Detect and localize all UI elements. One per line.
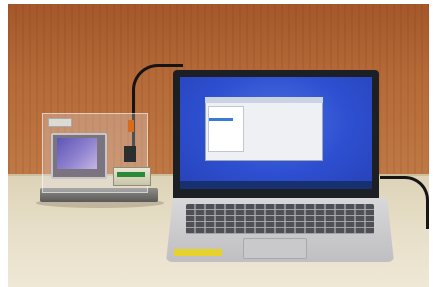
sticker bbox=[174, 249, 222, 256]
app-window-selected-row bbox=[209, 118, 233, 121]
power-cable bbox=[380, 176, 429, 229]
keyboard-rows bbox=[186, 204, 374, 234]
microcontroller-board bbox=[124, 146, 136, 162]
taskbar bbox=[180, 181, 372, 189]
small-display-screen bbox=[57, 138, 97, 169]
terminal-block bbox=[117, 172, 145, 177]
app-window-list-pane bbox=[208, 106, 244, 152]
photo bbox=[0, 0, 433, 287]
app-window-titlebar bbox=[205, 97, 323, 103]
connector-component bbox=[128, 120, 134, 132]
touchpad bbox=[243, 238, 307, 259]
stand-label bbox=[48, 118, 72, 127]
